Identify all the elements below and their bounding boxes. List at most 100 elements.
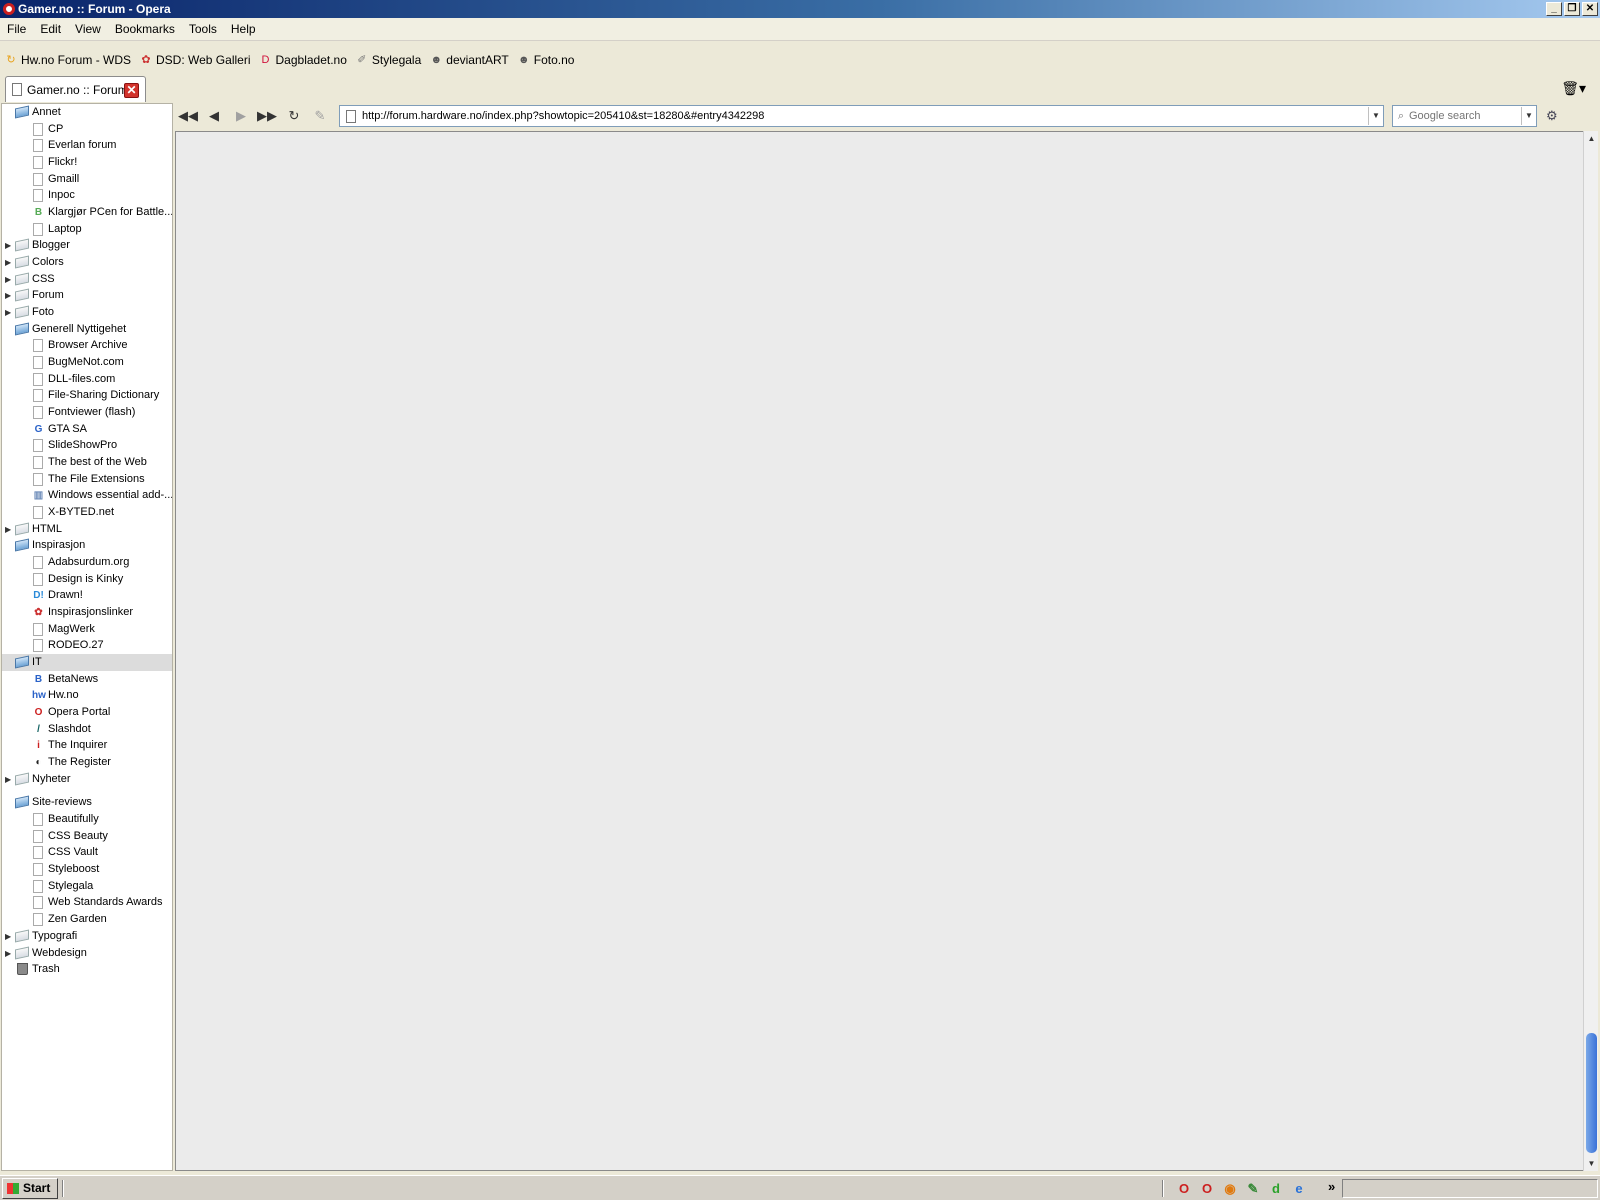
- bookmark-item[interactable]: Beautifully: [2, 811, 172, 828]
- bookmark-item[interactable]: DLL-files.com: [2, 371, 172, 388]
- bookmark-item[interactable]: D! Drawn!: [2, 587, 172, 604]
- reload-button[interactable]: ↻: [284, 107, 304, 125]
- bookmark-folder[interactable]: ▶ Blogger: [2, 237, 172, 254]
- expand-arrow-icon[interactable]: ▶: [5, 254, 11, 271]
- bookmark-folder[interactable]: ▶ Typografi: [2, 928, 172, 945]
- bookmark-item[interactable]: Flickr!: [2, 154, 172, 171]
- opera-icon-2[interactable]: O: [1199, 1181, 1215, 1197]
- bookmark-folder[interactable]: ▶ Webdesign: [2, 945, 172, 962]
- address-bar[interactable]: http://forum.hardware.no/index.php?showt…: [339, 105, 1384, 127]
- scroll-thumb[interactable]: [1586, 1033, 1597, 1153]
- menu-view[interactable]: View: [68, 22, 108, 36]
- trash-folder[interactable]: Trash: [2, 961, 172, 978]
- bookmark-folder[interactable]: ▶ Colors: [2, 254, 172, 271]
- close-button[interactable]: ✕: [1582, 2, 1598, 16]
- bookmark-folder[interactable]: ▶ HTML: [2, 521, 172, 538]
- expand-arrow-icon[interactable]: ▶: [5, 945, 11, 962]
- scroll-down-icon[interactable]: ▼: [1584, 1156, 1599, 1171]
- address-url[interactable]: http://forum.hardware.no/index.php?showt…: [362, 110, 1368, 122]
- opera-icon[interactable]: O: [1176, 1181, 1192, 1197]
- menu-bookmarks[interactable]: Bookmarks: [108, 22, 182, 36]
- bookmark-item[interactable]: i The Inquirer: [2, 737, 172, 754]
- bookmark-folder[interactable]: IT: [2, 654, 172, 672]
- bookmark-item[interactable]: hw Hw.no: [2, 687, 172, 704]
- tab-gamer-forum[interactable]: Gamer.no :: Forum ✕: [5, 76, 146, 102]
- menu-tools[interactable]: Tools: [182, 22, 224, 36]
- bookmark-item[interactable]: Laptop: [2, 221, 172, 238]
- expand-arrow-icon[interactable]: ▶: [5, 287, 11, 304]
- bookmark-item[interactable]: Styleboost: [2, 861, 172, 878]
- bookmark-item[interactable]: SlideShowPro: [2, 437, 172, 454]
- personal-bar-item[interactable]: ☻ Foto.no: [517, 53, 575, 67]
- expand-arrow-icon[interactable]: ▶: [5, 304, 11, 321]
- personal-bar-item[interactable]: ✿ DSD: Web Galleri: [139, 53, 250, 67]
- back-button[interactable]: ◀: [204, 107, 224, 125]
- vertical-scrollbar[interactable]: ▲ ▼: [1583, 131, 1598, 1171]
- bookmark-item[interactable]: CSS Beauty: [2, 828, 172, 845]
- wand-icon[interactable]: ⚙: [1546, 108, 1558, 124]
- bookmark-item[interactable]: RODEO.27: [2, 637, 172, 654]
- bookmark-folder[interactable]: ▶ Foto: [2, 304, 172, 321]
- bookmark-item[interactable]: Web Standards Awards: [2, 894, 172, 911]
- bookmark-item[interactable]: ✿ Inspirasjonslinker: [2, 604, 172, 621]
- bookmark-item[interactable]: B BetaNews: [2, 671, 172, 688]
- scroll-up-icon[interactable]: ▲: [1584, 131, 1599, 146]
- bookmark-item[interactable]: BugMeNot.com: [2, 354, 172, 371]
- menu-file[interactable]: File: [0, 22, 33, 36]
- bookmark-item[interactable]: ▥ Windows essential add-...: [2, 487, 172, 504]
- edit-icon[interactable]: ✎: [310, 107, 330, 125]
- rewind-button[interactable]: ◀◀: [178, 107, 198, 125]
- expand-arrow-icon[interactable]: ▶: [5, 271, 11, 288]
- bookmark-item[interactable]: MagWerk: [2, 621, 172, 638]
- editor-icon[interactable]: ✎: [1245, 1181, 1261, 1197]
- bookmark-item[interactable]: Everlan forum: [2, 137, 172, 154]
- dreamweaver-icon[interactable]: d: [1268, 1181, 1284, 1197]
- forward-button[interactable]: ▶: [231, 107, 251, 125]
- bookmark-folder[interactable]: ▶ Nyheter: [2, 771, 172, 788]
- search-engine-dropdown-icon[interactable]: ▼: [1521, 107, 1536, 125]
- bookmark-item[interactable]: Inpoc: [2, 187, 172, 204]
- bookmark-folder[interactable]: Site-reviews: [2, 794, 172, 811]
- personal-bar-item[interactable]: ☻ deviantART: [429, 53, 508, 67]
- expand-arrow-icon[interactable]: ▶: [5, 237, 11, 254]
- bookmark-item[interactable]: Zen Garden: [2, 911, 172, 928]
- bookmark-item[interactable]: CP: [2, 121, 172, 138]
- bookmark-item[interactable]: CSS Vault: [2, 844, 172, 861]
- bookmark-item[interactable]: Design is Kinky: [2, 571, 172, 588]
- bookmark-folder[interactable]: ▶ CSS: [2, 271, 172, 288]
- expand-arrow-icon[interactable]: ▶: [5, 771, 11, 788]
- tab-close-icon[interactable]: ✕: [124, 83, 139, 98]
- page-content[interactable]: [175, 131, 1585, 1171]
- bookmark-item[interactable]: The File Extensions: [2, 471, 172, 488]
- address-dropdown-icon[interactable]: ▼: [1368, 107, 1383, 125]
- bookmark-item[interactable]: Fontviewer (flash): [2, 404, 172, 421]
- bookmark-folder[interactable]: Annet: [2, 104, 172, 121]
- bookmark-folder[interactable]: Generell Nyttigehet: [2, 321, 172, 338]
- bookmark-item[interactable]: The best of the Web: [2, 454, 172, 471]
- bookmark-item[interactable]: Gmaill: [2, 171, 172, 188]
- bookmark-item[interactable]: Adabsurdum.org: [2, 554, 172, 571]
- bookmark-folder[interactable]: Inspirasjon: [2, 537, 172, 554]
- bookmark-folder[interactable]: ▶ Forum: [2, 287, 172, 304]
- tray-expand-icon[interactable]: »: [1328, 1179, 1335, 1194]
- bookmark-item[interactable]: B Klargjør PCen for Battle...: [2, 204, 172, 221]
- bookmark-item[interactable]: ◐ The Register: [2, 754, 172, 771]
- trash-can-icon[interactable]: 🗑▾: [1561, 80, 1586, 97]
- fast-forward-button[interactable]: ▶▶: [257, 107, 277, 125]
- bookmark-item[interactable]: / Slashdot: [2, 721, 172, 738]
- personal-bar-item[interactable]: D Dagbladet.no: [259, 53, 347, 67]
- menu-help[interactable]: Help: [224, 22, 263, 36]
- expand-arrow-icon[interactable]: ▶: [5, 521, 11, 538]
- personal-bar-item[interactable]: ↻ Hw.no Forum - WDS: [4, 53, 131, 67]
- bookmark-item[interactable]: File-Sharing Dictionary: [2, 387, 172, 404]
- bookmark-item[interactable]: Browser Archive: [2, 337, 172, 354]
- bookmark-item[interactable]: X-BYTED.net: [2, 504, 172, 521]
- restore-button[interactable]: ❐: [1564, 2, 1580, 16]
- personal-bar-item[interactable]: ✐ Stylegala: [355, 53, 421, 67]
- ie-icon[interactable]: e: [1291, 1181, 1307, 1197]
- bookmark-item[interactable]: G GTA SA: [2, 421, 172, 438]
- search-input[interactable]: [1409, 110, 1521, 122]
- menu-edit[interactable]: Edit: [33, 22, 68, 36]
- minimize-button[interactable]: _: [1546, 2, 1562, 16]
- bookmark-item[interactable]: Stylegala: [2, 878, 172, 895]
